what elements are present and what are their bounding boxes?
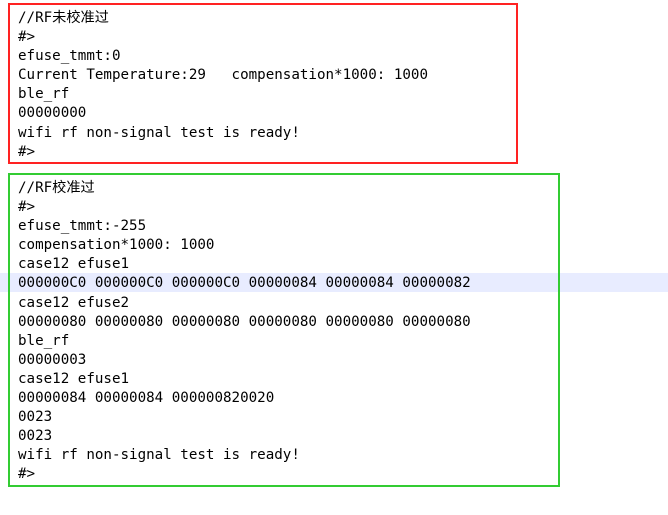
log-line: #> [18, 466, 36, 483]
log-line: #> [18, 143, 36, 160]
log-line: ble_rf [18, 332, 70, 349]
log-line: compensation*1000: 1000 [18, 237, 215, 254]
uncalibrated-log-box: //RF未校准过 #> efuse_tmmt:0 Current Tempera… [8, 3, 518, 164]
log-line: ble_rf [18, 86, 70, 103]
log-line: wifi rf non-signal test is ready! [18, 447, 300, 464]
log-line: wifi rf non-signal test is ready! [18, 124, 300, 141]
calibrated-log-box: //RF校准过 #> efuse_tmmt:-255 compensation*… [8, 173, 560, 487]
log-line: efuse_tmmt:0 [18, 48, 121, 65]
log-line-highlighted: 000000C0 000000C0 000000C0 00000084 0000… [18, 275, 471, 292]
uncalibrated-log-lines: //RF未校准过 #> efuse_tmmt:0 Current Tempera… [18, 9, 428, 162]
log-line: 00000000 [18, 105, 87, 122]
log-line: Current Temperature:29 compensation*1000… [18, 67, 428, 84]
log-line: 0023 [18, 428, 53, 445]
log-line: efuse_tmmt:-255 [18, 218, 147, 235]
log-line: 00000080 00000080 00000080 00000080 0000… [18, 313, 471, 330]
log-line: case12 efuse1 [18, 370, 130, 387]
log-line: //RF未校准过 [18, 10, 109, 26]
log-line: //RF校准过 [18, 180, 95, 196]
log-line: #> [18, 199, 36, 216]
log-line: 0023 [18, 409, 53, 426]
log-line: case12 efuse2 [18, 294, 130, 311]
log-line: 00000003 [18, 351, 87, 368]
terminal-log-view[interactable]: //RF未校准过 #> efuse_tmmt:0 Current Tempera… [0, 0, 668, 515]
calibrated-log-lines: //RF校准过 #> efuse_tmmt:-255 compensation*… [18, 179, 471, 485]
log-line: #> [18, 29, 36, 46]
log-line: case12 efuse1 [18, 256, 130, 273]
log-line: 00000084 00000084 000000820020 [18, 390, 275, 407]
